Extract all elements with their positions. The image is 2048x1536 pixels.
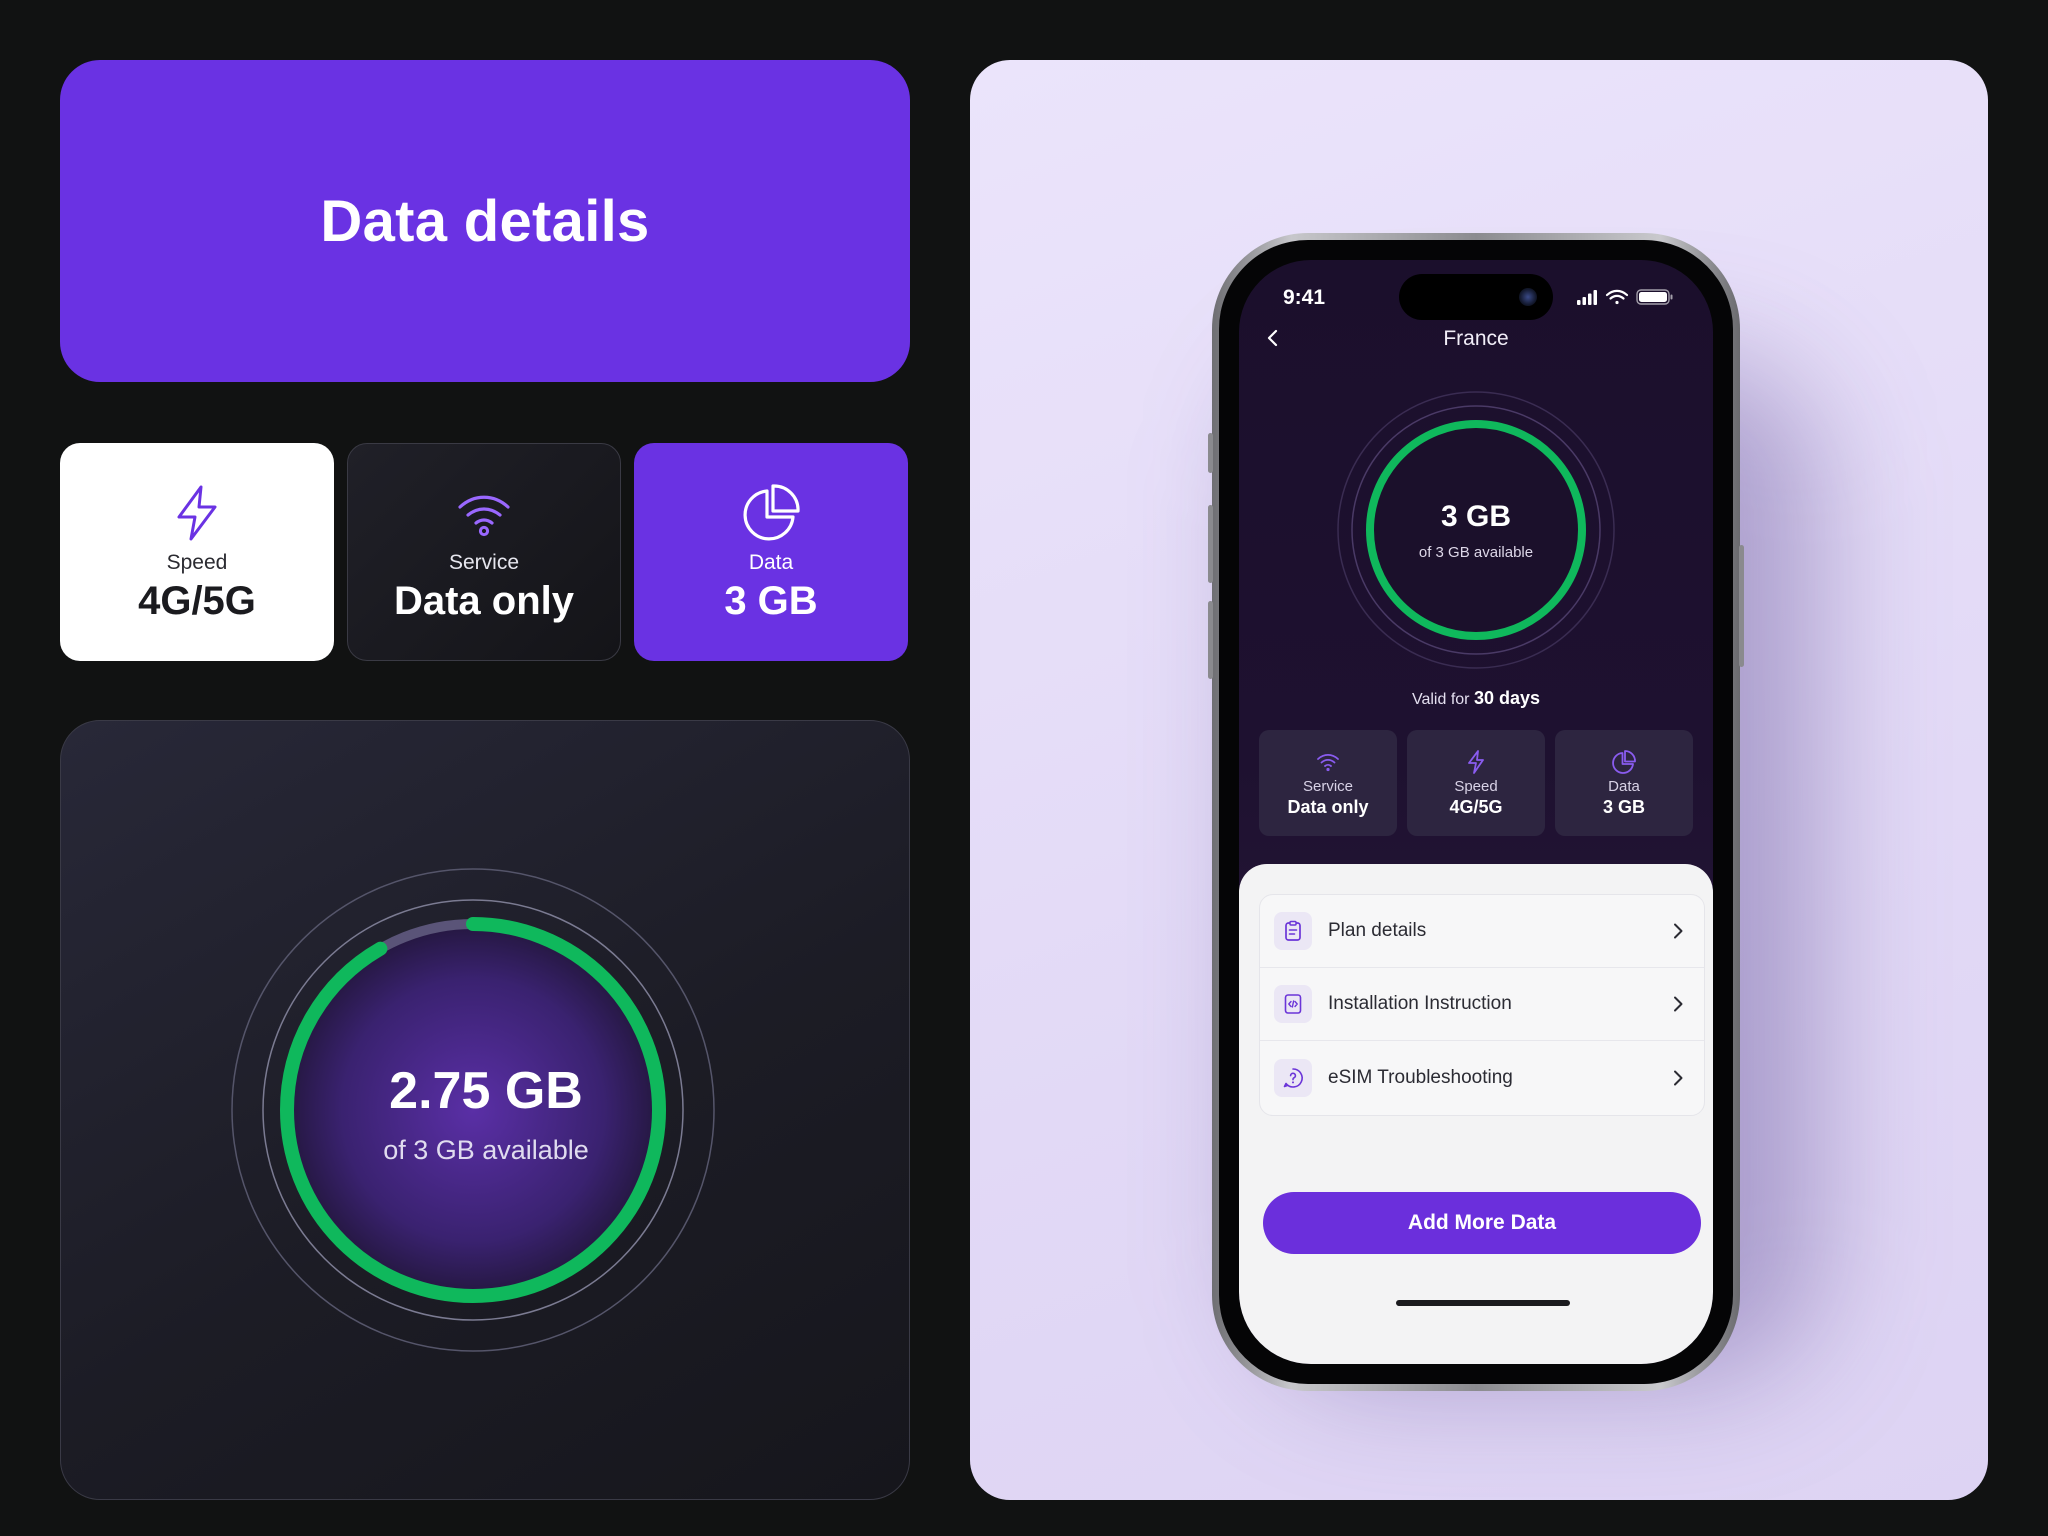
- mini-card-value: 3 GB: [1602, 797, 1645, 817]
- chevron-right-icon: [1674, 996, 1683, 1012]
- pie-chart-icon: [743, 483, 800, 540]
- mini-card-value: 4G/5G: [1449, 797, 1503, 817]
- data-gauge-card: 2.75 GB of 3 GB available: [60, 720, 910, 1500]
- hero-banner: Data details: [60, 60, 910, 382]
- menu-icon-box: [1274, 985, 1312, 1023]
- mini-card-value: Data only: [1287, 797, 1369, 817]
- question-icon: [1283, 1067, 1303, 1088]
- clipboard-icon: [1285, 920, 1301, 941]
- mini-card-label: Service: [1302, 778, 1354, 795]
- menu-item-esim-troubleshooting[interactable]: eSIM Troubleshooting: [1260, 1041, 1704, 1114]
- menu-item-installation-instruction[interactable]: Installation Instruction: [1260, 968, 1704, 1041]
- ring-value: 3 GB: [1440, 500, 1512, 533]
- stat-value: 4G/5G: [138, 578, 256, 623]
- mini-card-speed: Speed 4G/5G: [1407, 730, 1545, 836]
- stat-label: Data: [748, 550, 794, 574]
- phone-frame: 9:41 France 3 GB of 3 GB available Valid…: [1208, 233, 1744, 1391]
- lightning-icon: [177, 485, 217, 540]
- phone-side-button: [1208, 601, 1213, 679]
- phone-side-button: [1208, 505, 1213, 583]
- stat-label: Service: [448, 550, 520, 574]
- dynamic-island: [1399, 274, 1553, 320]
- mini-card-service: Service Data only: [1259, 730, 1397, 836]
- status-time: 9:41: [1283, 286, 1326, 309]
- status-icons: [1577, 289, 1673, 305]
- menu-item-label: eSIM Troubleshooting: [1328, 1066, 1513, 1088]
- stat-label: Speed: [166, 550, 228, 574]
- add-more-data-button[interactable]: Add More Data: [1263, 1192, 1701, 1254]
- mini-card-data: Data 3 GB: [1555, 730, 1693, 836]
- menu-item-label: Installation Instruction: [1328, 993, 1512, 1014]
- menu-icon-box: [1274, 912, 1312, 950]
- code-document-icon: [1284, 994, 1302, 1014]
- pie-chart-icon: [1612, 750, 1636, 774]
- options-menu: Plan details Installation Instruction eS…: [1259, 894, 1705, 1116]
- mini-card-label: Speed: [1454, 778, 1498, 795]
- gauge-value: 2.75 GB: [389, 1062, 583, 1120]
- menu-item-label: Plan details: [1328, 920, 1427, 941]
- stat-value: 3 GB: [724, 578, 818, 623]
- phone-showcase: 9:41 France 3 GB of 3 GB available Valid…: [970, 60, 1988, 1500]
- home-indicator: [1396, 1300, 1570, 1306]
- phone-screen: 9:41 France 3 GB of 3 GB available Valid…: [1239, 260, 1713, 1364]
- menu-item-plan-details[interactable]: Plan details: [1260, 895, 1704, 968]
- chevron-right-icon: [1674, 1070, 1683, 1085]
- ring-caption: of 3 GB available: [1418, 544, 1534, 561]
- nav-title: France: [1443, 327, 1509, 350]
- wifi-status-icon: [1605, 289, 1629, 305]
- wifi-icon: [1317, 753, 1339, 772]
- phone-power-button: [1739, 545, 1744, 667]
- mini-card-label: Data: [1608, 778, 1640, 795]
- gauge-caption: of 3 GB available: [383, 1135, 589, 1165]
- stat-card-data: Data 3 GB: [634, 443, 908, 661]
- phone-body: 9:41 France 3 GB of 3 GB available Valid…: [1219, 240, 1733, 1384]
- wifi-icon: [458, 495, 510, 536]
- lightning-icon: [1468, 750, 1484, 774]
- camera-icon: [1519, 288, 1537, 306]
- chevron-right-icon: [1674, 923, 1683, 939]
- phone-side-button: [1208, 433, 1213, 473]
- validity-text: Valid for 30 days: [1239, 688, 1713, 709]
- battery-icon: [1636, 289, 1673, 305]
- stat-card-speed: Speed 4G/5G: [60, 443, 334, 661]
- menu-icon-box: [1274, 1058, 1312, 1097]
- validity-days: 30 days: [1473, 688, 1541, 708]
- bottom-sheet: Plan details Installation Instruction eS…: [1239, 864, 1713, 1364]
- stat-value: Data only: [393, 578, 575, 623]
- signal-icon: [1577, 290, 1597, 305]
- validity-prefix: Valid for: [1411, 691, 1470, 708]
- hero-title: Data details: [320, 188, 650, 254]
- stat-card-service: Service Data only: [347, 443, 621, 661]
